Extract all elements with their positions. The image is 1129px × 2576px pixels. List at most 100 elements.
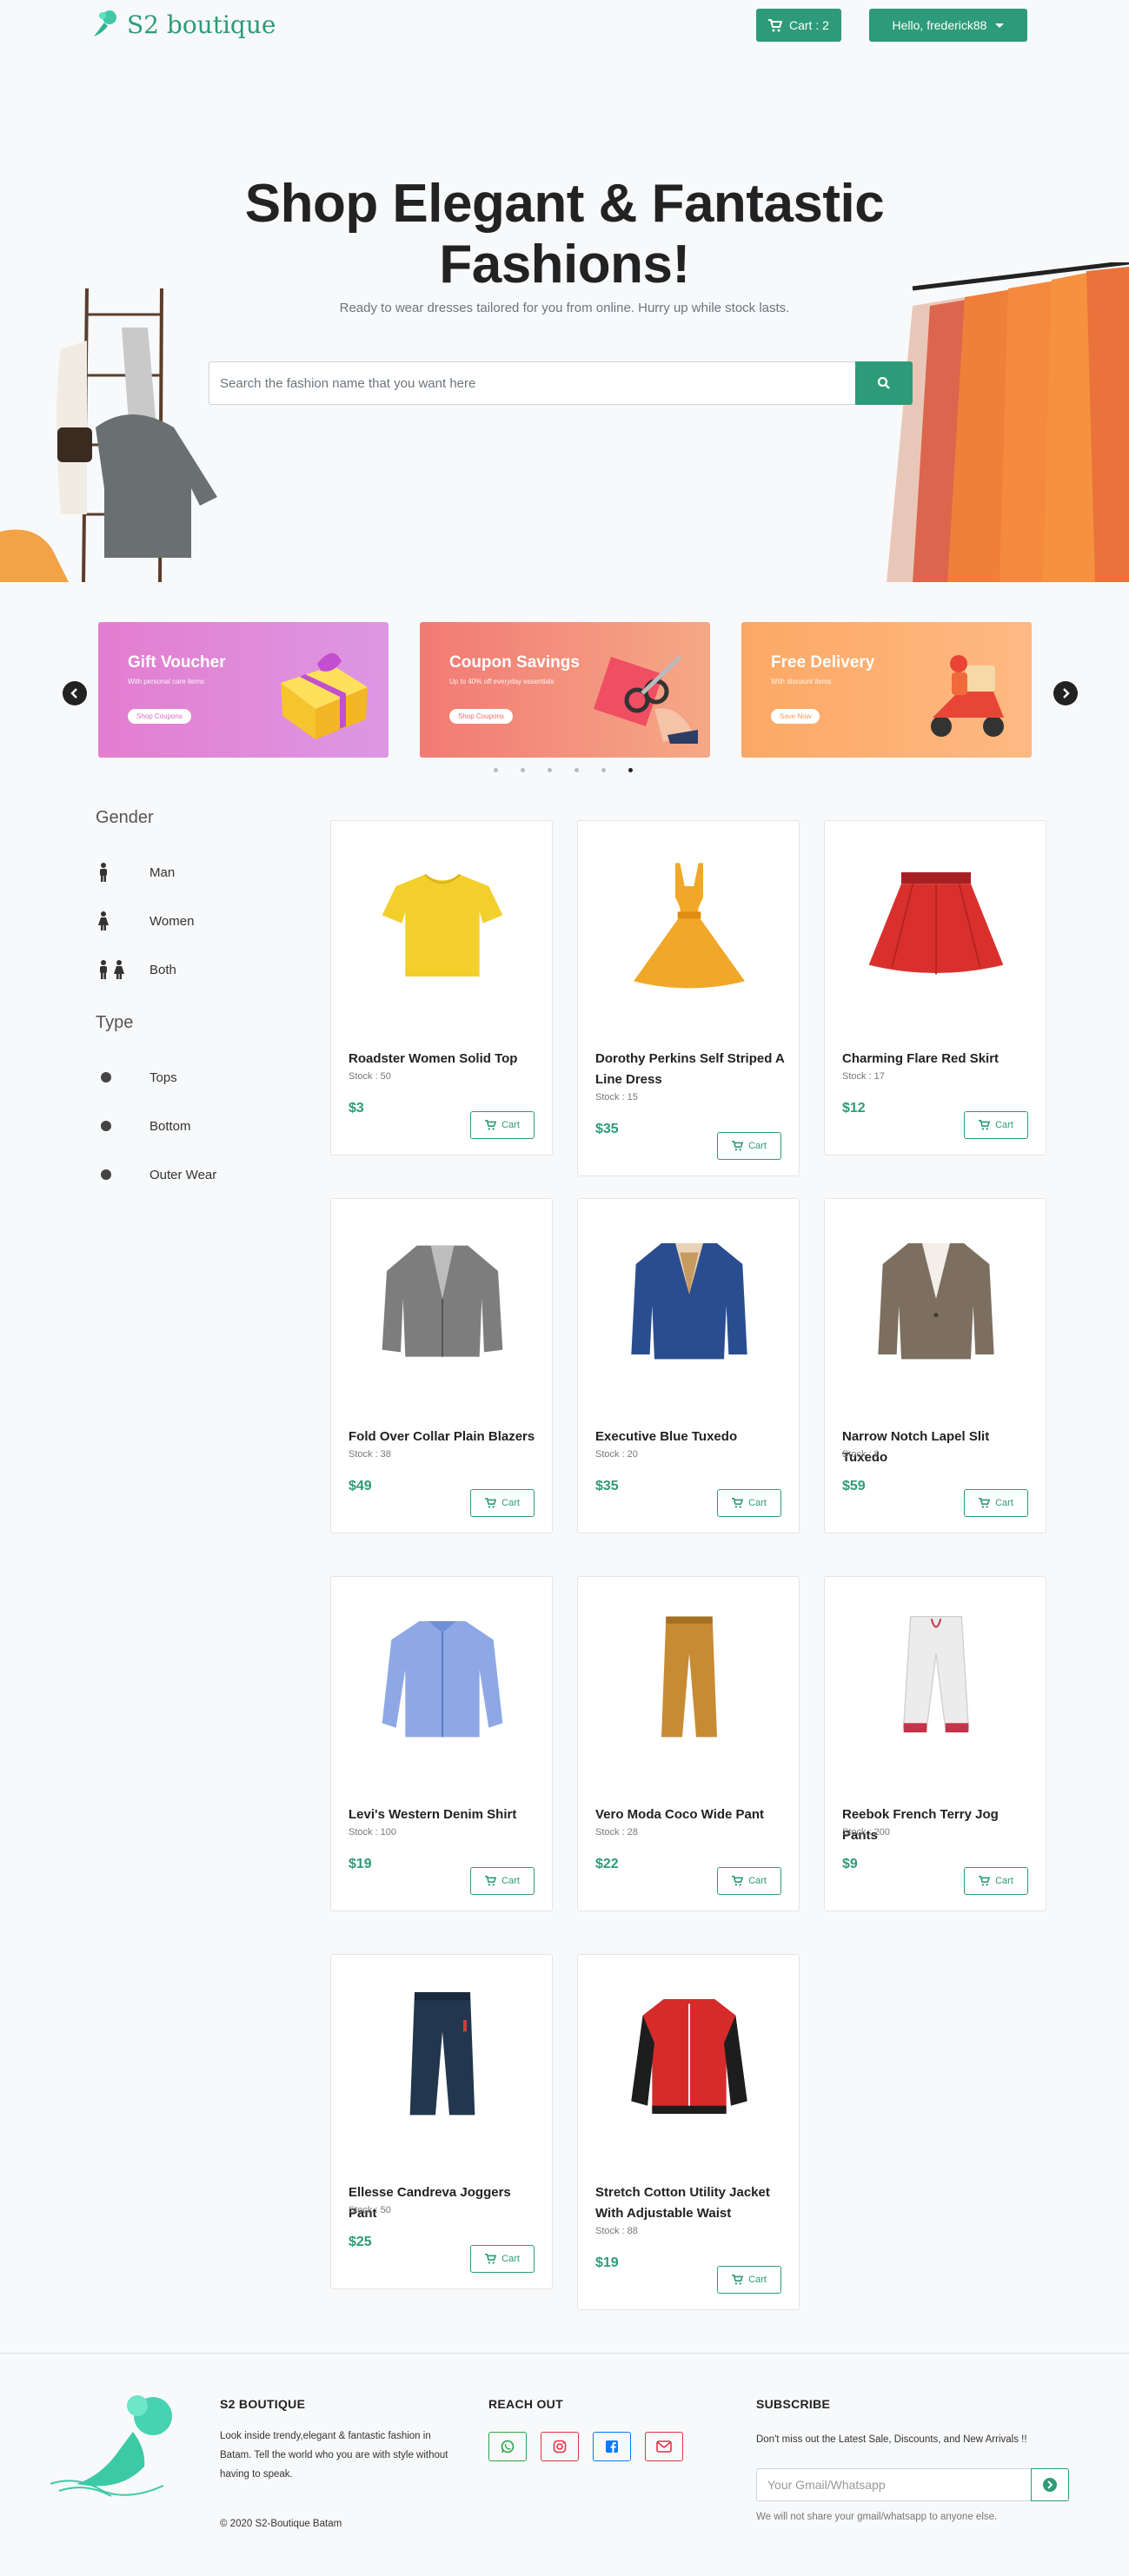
add-to-cart-label: Cart [748,2275,767,2285]
filter-type-tops[interactable]: Tops [97,1053,313,1102]
product-name[interactable]: Dorothy Perkins Self Striped A Line Dres… [595,1049,787,1090]
product-card[interactable]: Narrow Notch Lapel Slit Tuxedo Stock : 8 $… [824,1198,1046,1533]
footer-subscribe: SUBSCRIBE Don't miss out the Latest Sale… [756,2397,1104,2449]
product-card[interactable]: Stretch Cotton Utility Jacket With Adjus… [577,1954,800,2310]
add-to-cart-label: Cart [748,1498,767,1508]
filter-type-outer-wear[interactable]: Outer Wear [97,1150,313,1199]
product-card[interactable]: Executive Blue Tuxedo Stock : 20 $35 Cart [577,1198,800,1533]
facebook-button[interactable] [593,2432,631,2461]
carousel-dot-active[interactable] [628,768,633,772]
bullet-icon [97,1169,149,1180]
hero-subtitle: Ready to wear dresses tailored for you f… [339,301,790,315]
product-price: $19 [595,2255,619,2270]
product-name[interactable]: Stretch Cotton Utility Jacket With Adjus… [595,2182,787,2224]
add-to-cart-button[interactable]: Cart [964,1489,1028,1517]
cart-button[interactable]: Cart : 2 [756,9,841,42]
add-to-cart-button[interactable]: Cart [717,2266,781,2294]
search-input[interactable] [209,361,855,405]
product-card[interactable]: Fold Over Collar Plain Blazers Stock : 38… [330,1198,553,1533]
carousel-dot[interactable] [548,768,552,772]
add-to-cart-button[interactable]: Cart [717,1132,781,1160]
copyright: © 2020 S2-Boutique Batam [220,2519,342,2529]
product-image[interactable] [578,1577,800,1777]
filter-gender-man[interactable]: Man [97,848,313,897]
product-image[interactable] [578,821,800,1021]
add-to-cart-button[interactable]: Cart [470,1111,535,1139]
subscribe-button[interactable] [1031,2468,1069,2501]
product-image[interactable] [578,1955,800,2155]
add-to-cart-label: Cart [501,1498,520,1508]
product-card[interactable]: Vero Moda Coco Wide Pant Stock : 28 $22 Car… [577,1576,800,1911]
product-image[interactable] [825,821,1047,1021]
carousel-prev-button[interactable] [63,681,87,705]
add-to-cart-button[interactable]: Cart [717,1489,781,1517]
product-card[interactable]: Reebok French Terry Jog Pants Stock : 200… [824,1576,1046,1911]
product-name[interactable]: Charming Flare Red Skirt [842,1049,1033,1069]
add-to-cart-button[interactable]: Cart [470,2245,535,2273]
product-stock: Stock : 15 [595,1092,638,1103]
carousel-dot[interactable] [521,768,525,772]
promo-button[interactable]: Shop Coupons [128,709,191,724]
product-card[interactable]: Charming Flare Red Skirt Stock : 17 $12 Car… [824,820,1046,1156]
cart-icon [485,2254,497,2264]
add-to-cart-button[interactable]: Cart [470,1489,535,1517]
promo-slide-gift-voucher[interactable]: Gift Voucher With personal care items Sh… [98,622,389,758]
product-image[interactable] [331,1577,554,1777]
subscribe-note: We will not share your gmail/whatsapp to… [756,2512,998,2522]
user-menu-button[interactable]: Hello, frederick88 [869,9,1027,42]
promo-slide-free-delivery[interactable]: Free Delivery With discount items Save N… [741,622,1032,758]
promo-title: Coupon Savings [449,653,580,672]
filter-type-bottom[interactable]: Bottom [97,1102,313,1150]
promo-button[interactable]: Shop Coupons [449,709,513,724]
product-name[interactable]: Vero Moda Coco Wide Pant [595,1805,787,1825]
whatsapp-button[interactable] [488,2432,527,2461]
footer-about-text: Look inside trendy,elegant & fantastic f… [220,2431,448,2480]
add-to-cart-button[interactable]: Cart [470,1867,535,1895]
red-jacket-icon [631,1999,747,2114]
product-image[interactable] [331,1199,554,1399]
product-card[interactable]: Levi's Western Denim Shirt Stock : 100 $19… [330,1576,553,1911]
product-image[interactable] [825,1199,1047,1399]
product-name[interactable]: Reebok French Terry Jog Pants [842,1805,1033,1846]
product-image[interactable] [825,1577,1047,1777]
product-card[interactable]: Dorothy Perkins Self Striped A Line Dres… [577,820,800,1176]
promo-slide-coupon-savings[interactable]: Coupon Savings Up to 40% off everyday es… [420,622,710,758]
filter-gender-both[interactable]: Both [97,945,313,994]
subscribe-input[interactable] [756,2468,1031,2501]
search-button[interactable] [855,361,913,405]
carousel-dot[interactable] [494,768,498,772]
instagram-button[interactable] [541,2432,579,2461]
product-stock: Stock : 38 [349,1449,391,1460]
carousel-dot[interactable] [574,768,579,772]
product-image[interactable] [331,1955,554,2155]
carousel-dot[interactable] [601,768,606,772]
add-to-cart-button[interactable]: Cart [964,1867,1028,1895]
product-image[interactable] [578,1199,800,1399]
man-icon [97,863,149,882]
email-button[interactable] [645,2432,683,2461]
add-to-cart-button[interactable]: Cart [964,1111,1028,1139]
add-to-cart-button[interactable]: Cart [717,1867,781,1895]
cart-icon [485,1120,497,1130]
product-name[interactable]: Fold Over Collar Plain Blazers [349,1427,540,1447]
product-name[interactable]: Executive Blue Tuxedo [595,1427,787,1447]
woman-icon [97,911,149,930]
filter-gender-women[interactable]: Women [97,897,313,945]
denim-shirt-icon [382,1621,503,1738]
product-stock: Stock : 200 [842,1827,891,1838]
product-name[interactable]: Levi's Western Denim Shirt [349,1805,540,1825]
product-name[interactable]: Narrow Notch Lapel Slit Tuxedo [842,1427,1033,1468]
carousel-next-button[interactable] [1053,681,1078,705]
type-heading: Type [96,1013,134,1032]
bullet-icon [97,1072,149,1083]
product-card[interactable]: Roadster Women Solid Top Stock : 50 $3 Cart [330,820,553,1156]
product-image[interactable] [331,821,554,1021]
product-name[interactable]: Roadster Women Solid Top [349,1049,540,1069]
brand[interactable]: S2 boutique [87,7,276,42]
add-to-cart-label: Cart [748,1876,767,1886]
cart-icon [979,1498,991,1508]
product-name[interactable]: Ellesse Candreva Joggers Pant [349,2182,540,2224]
product-price: $12 [842,1101,866,1116]
promo-button[interactable]: Save Now [771,709,820,724]
product-card[interactable]: Ellesse Candreva Joggers Pant Stock : 50 $… [330,1954,553,2289]
